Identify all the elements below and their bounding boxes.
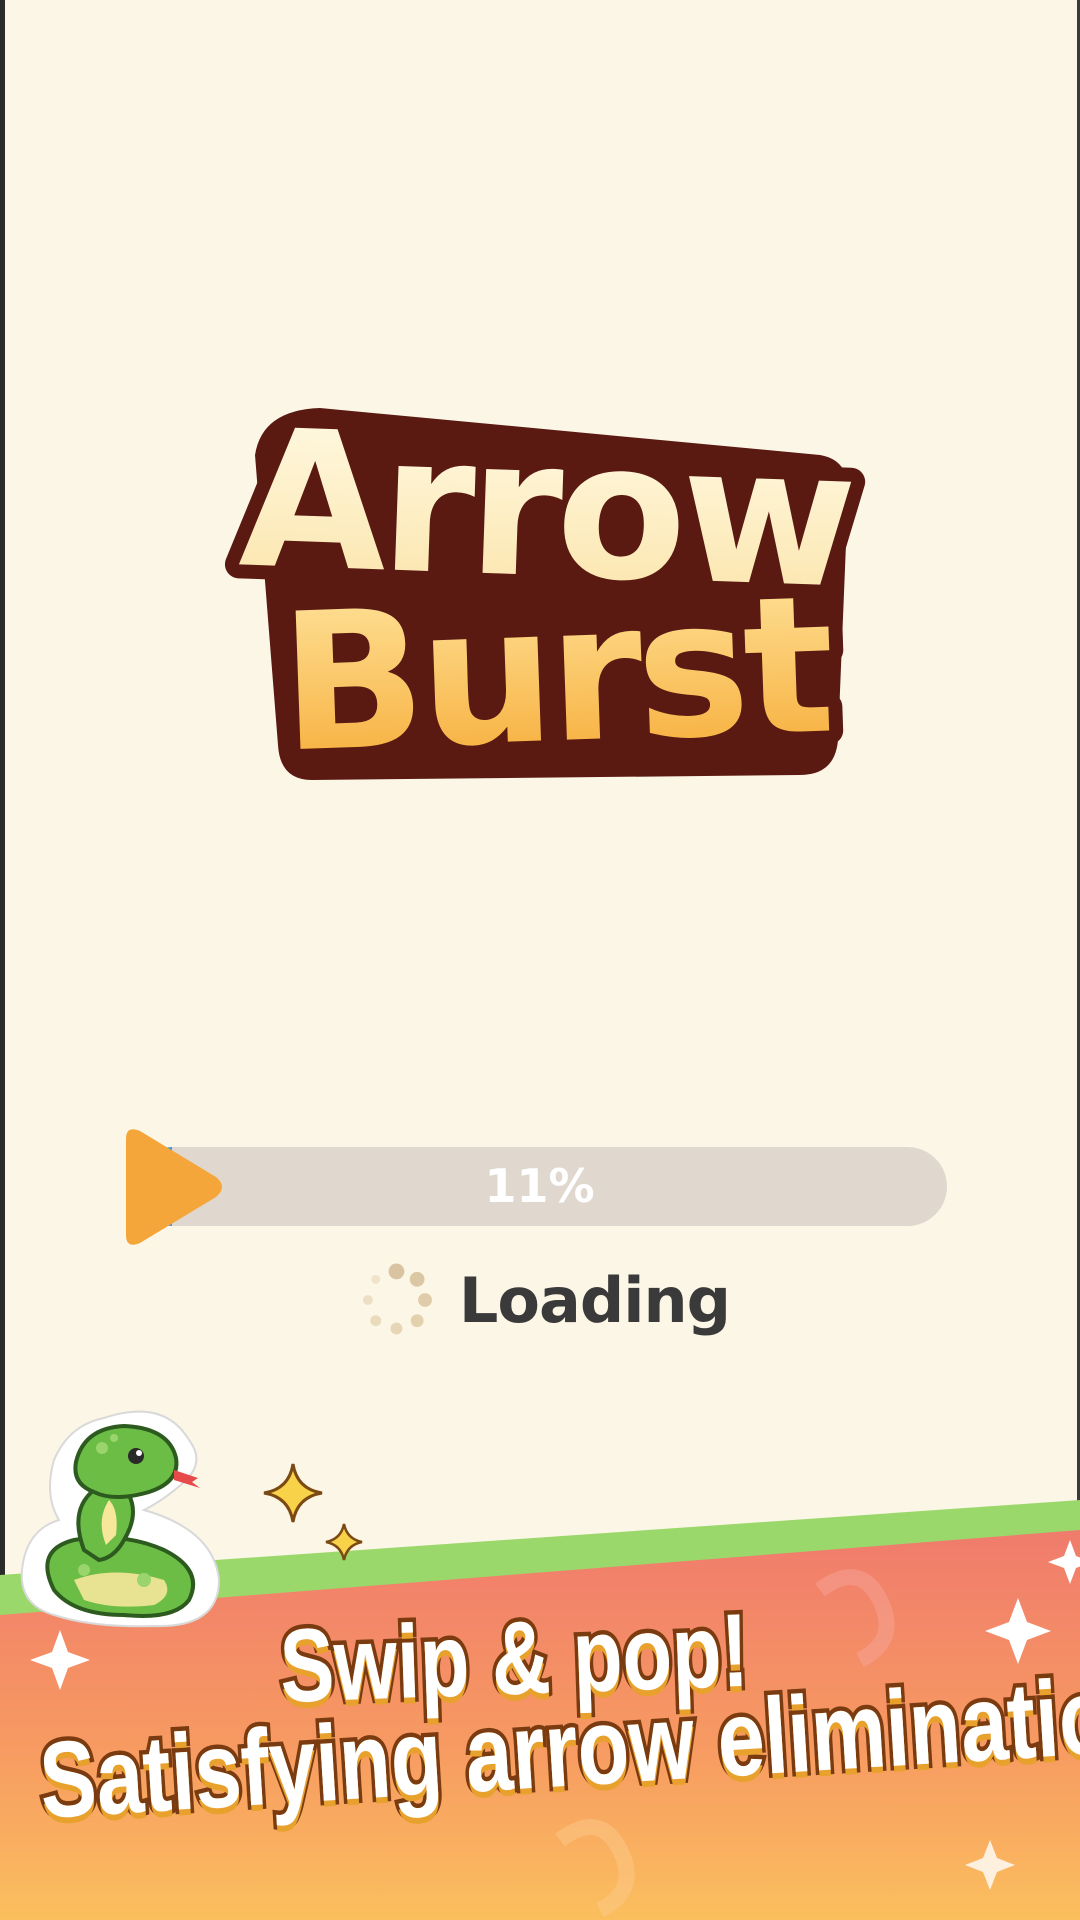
loading-text: Loading xyxy=(458,1263,731,1337)
logo-title-line1: Arrow xyxy=(236,388,854,630)
progress-percentage: 11% xyxy=(484,1159,595,1213)
snake-mascot-icon xyxy=(20,1410,221,1628)
sparkle-icon xyxy=(263,1463,323,1523)
loading-status: Loading xyxy=(360,1260,731,1340)
loading-spinner-icon xyxy=(362,1263,432,1335)
logo-title-line2: Burst xyxy=(277,554,834,794)
logo-backplate xyxy=(255,408,849,780)
sparkle-icon xyxy=(325,1523,363,1561)
